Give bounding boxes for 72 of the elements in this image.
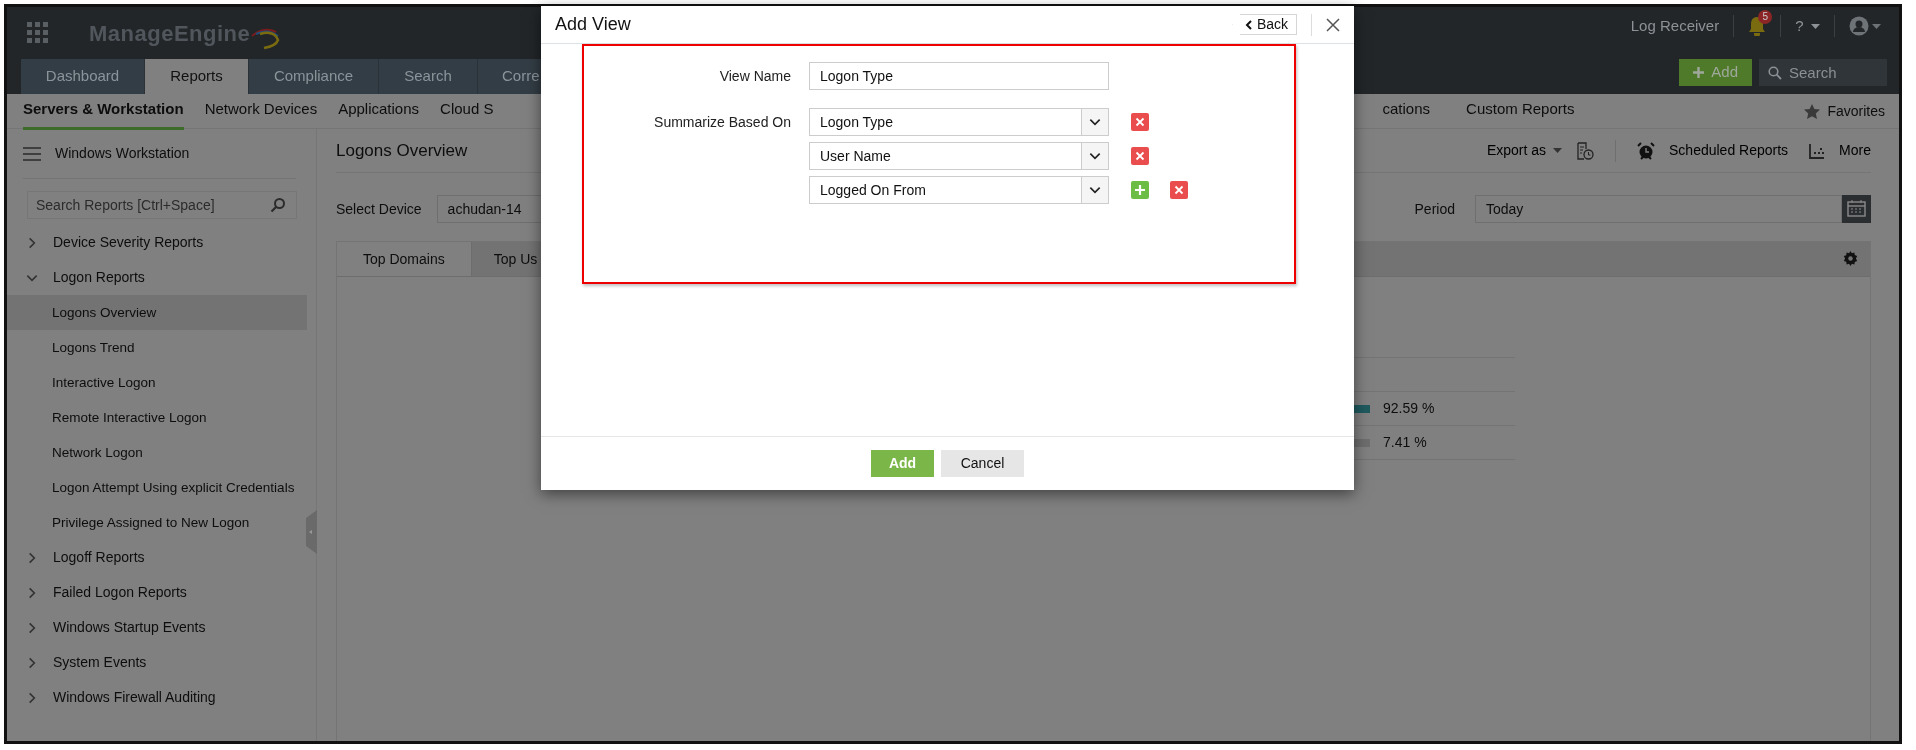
- nav-link[interactable]: cations: [1382, 98, 1431, 130]
- tree-item[interactable]: Windows Firewall Auditing: [7, 680, 316, 715]
- page-title: Logons Overview: [336, 139, 468, 162]
- sidebar-title: Windows Workstation: [55, 144, 190, 163]
- dropdown[interactable]: Logged On From: [809, 176, 1109, 204]
- percentage-value: 92.59 %: [1383, 399, 1435, 418]
- user-avatar-icon[interactable]: [1848, 16, 1869, 36]
- tree-item[interactable]: Logons Trend: [7, 330, 307, 365]
- caret-icon[interactable]: [1810, 23, 1820, 29]
- tree-item[interactable]: Network Logon: [7, 435, 307, 470]
- field-label: Summarize Based On: [653, 112, 792, 132]
- collapse-handle[interactable]: [306, 510, 317, 554]
- cancel-button[interactable]: Cancel: [941, 450, 1024, 477]
- nav-link[interactable]: Cloud S: [440, 98, 494, 130]
- tree-item[interactable]: Remote Interactive Logon: [7, 400, 307, 435]
- dropdown[interactable]: Logon Type: [809, 108, 1109, 136]
- alarm-clock-icon: [1637, 141, 1655, 160]
- tree-item[interactable]: Logon Reports: [7, 260, 316, 295]
- field-label: Period: [1414, 199, 1455, 219]
- nav-tab[interactable]: Dashboard: [21, 59, 145, 94]
- delete-icon[interactable]: [1170, 181, 1188, 199]
- delete-icon[interactable]: [1131, 113, 1149, 131]
- search-icon[interactable]: [270, 197, 286, 213]
- nav-link[interactable]: Custom Reports: [1466, 98, 1575, 130]
- tree-item[interactable]: Interactive Logon: [7, 365, 307, 400]
- tree-item[interactable]: Logons Overview: [7, 295, 307, 330]
- dropdown[interactable]: User Name: [809, 142, 1109, 170]
- search-field[interactable]: Search Reports [Ctrl+Space]: [27, 191, 297, 219]
- close-icon[interactable]: [1326, 17, 1340, 32]
- scheduled-file-icon[interactable]: [1576, 141, 1594, 160]
- nav-tab[interactable]: Search: [379, 59, 478, 94]
- search-field[interactable]: Search: [1759, 59, 1887, 86]
- more-button[interactable]: More: [1809, 140, 1871, 161]
- scheduled-reports-button[interactable]: Scheduled Reports: [1637, 140, 1789, 161]
- nav-tab[interactable]: Compliance: [249, 59, 379, 94]
- chart-icon: [1809, 142, 1826, 159]
- tree-item[interactable]: Windows Startup Events: [7, 610, 316, 645]
- calendar-button[interactable]: [1842, 195, 1871, 223]
- nav-link[interactable]: Network Devices: [204, 98, 318, 130]
- notification-badge: 5: [1758, 10, 1773, 24]
- field-label: View Name: [718, 66, 792, 86]
- tree-item[interactable]: System Events: [7, 645, 316, 680]
- delete-icon[interactable]: [1131, 147, 1149, 165]
- chevron-left-icon: [1245, 19, 1254, 30]
- add-icon[interactable]: [1131, 181, 1149, 199]
- export-button[interactable]: Export as: [1486, 140, 1562, 161]
- period-field[interactable]: Today: [1475, 195, 1842, 223]
- back-button[interactable]: Back: [1232, 14, 1297, 35]
- nav-link[interactable]: Applications: [338, 98, 420, 130]
- menu-icon[interactable]: [23, 146, 41, 161]
- view-name-field[interactable]: Logon Type: [809, 62, 1109, 90]
- field-label: Select Device: [336, 199, 422, 219]
- gear-icon[interactable]: [1843, 251, 1858, 266]
- percentage-value: 7.41 %: [1383, 433, 1427, 452]
- dialog-title: Add View: [555, 13, 631, 36]
- nav-link[interactable]: Servers & Workstation: [23, 98, 184, 130]
- tree-item[interactable]: Failed Logon Reports: [7, 575, 316, 610]
- star-icon[interactable]: [1804, 103, 1821, 119]
- log-receiver-link[interactable]: Log Receiver: [1630, 14, 1720, 38]
- search-icon[interactable]: [1768, 66, 1782, 80]
- nav-tab[interactable]: Reports: [145, 59, 249, 94]
- plus-icon: [1693, 67, 1705, 78]
- favorites-link[interactable]: Favorites: [1827, 100, 1885, 122]
- tree-item[interactable]: Privilege Assigned to New Logon: [7, 505, 307, 540]
- tree-item[interactable]: Logon Attempt Using explicit Credentials: [7, 470, 307, 505]
- help-button[interactable]: ?: [1795, 14, 1804, 38]
- tree-item[interactable]: Device Severity Reports: [7, 225, 316, 260]
- tab[interactable]: Top Domains: [337, 242, 472, 276]
- apps-grid-icon[interactable]: [27, 22, 49, 44]
- nav-tab[interactable]: Corre: [478, 59, 542, 94]
- caret-icon[interactable]: [1872, 23, 1881, 29]
- caret-icon: [1553, 148, 1562, 153]
